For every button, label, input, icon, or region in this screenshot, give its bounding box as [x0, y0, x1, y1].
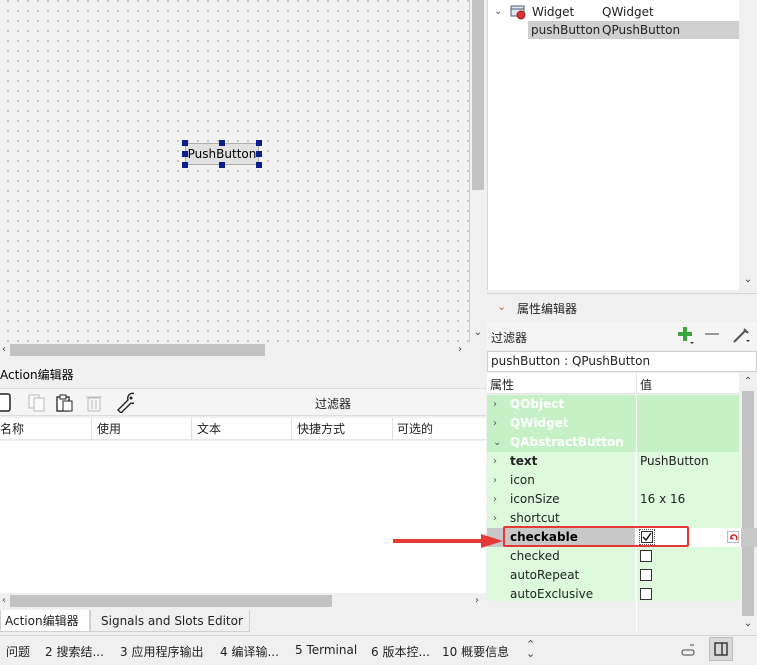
- property-row-icon[interactable]: › icon: [487, 471, 739, 490]
- configure-icon[interactable]: [731, 325, 751, 348]
- property-row-autorepeatdelay[interactable]: autoRepeatDelay 300: [487, 604, 739, 623]
- property-group-name: QObject: [510, 397, 565, 411]
- property-filter-input[interactable]: [532, 326, 672, 346]
- property-row-autorepeatinterval[interactable]: autoRepeatInterval 100: [487, 623, 739, 633]
- chevron-right-icon[interactable]: ›: [493, 414, 497, 433]
- property-value[interactable]: PushButton: [637, 452, 739, 471]
- status-item-search[interactable]: 2 搜索结...: [45, 643, 104, 660]
- scroll-up-icon[interactable]: ⌃: [743, 377, 753, 387]
- property-group-name: QAbstractButton: [510, 435, 624, 449]
- remove-property-icon[interactable]: [704, 328, 720, 343]
- property-group-qwidget[interactable]: › QWidget: [487, 414, 739, 433]
- scroll-down-icon[interactable]: ⌄: [743, 619, 753, 629]
- tab-action-editor[interactable]: Action编辑器: [0, 610, 90, 632]
- checked-checkbox[interactable]: [640, 549, 652, 562]
- property-name: icon: [487, 471, 636, 490]
- column-header-value[interactable]: 值: [640, 376, 652, 393]
- toggle-sidebar-icon[interactable]: [709, 637, 733, 661]
- status-item-overview[interactable]: 10 概要信息: [442, 643, 509, 660]
- property-editor-title: 属性编辑器: [517, 302, 578, 316]
- property-row-text[interactable]: › text PushButton: [487, 452, 739, 471]
- canvas-vertical-scrollbar[interactable]: ⌄: [470, 0, 486, 343]
- property-object-label: pushButton : QPushButton: [487, 351, 757, 372]
- property-filter-label: 过滤器: [491, 331, 528, 345]
- property-group-qabstractbutton[interactable]: ⌄ QAbstractButton: [487, 433, 739, 452]
- property-value[interactable]: [637, 547, 739, 566]
- chevron-down-icon[interactable]: ⌄: [494, 3, 502, 21]
- property-row-iconsize[interactable]: › iconSize 16 x 16: [487, 490, 739, 509]
- selection-handle[interactable]: [256, 151, 262, 157]
- autoexclusive-checkbox[interactable]: [640, 587, 652, 600]
- object-inspector: ⌄ Widget QWidget pushButton QPushButton: [487, 0, 740, 290]
- inspector-scrollbar[interactable]: ⌄: [739, 0, 757, 290]
- status-item-terminal[interactable]: 5 Terminal: [295, 643, 357, 657]
- highlight-box: [503, 526, 689, 547]
- property-value[interactable]: 300: [637, 604, 739, 623]
- property-name: autoRepeat: [487, 566, 636, 585]
- column-divider: [636, 373, 637, 394]
- tree-object-name: Widget: [532, 5, 575, 19]
- arrow-annotation-icon: [393, 534, 503, 548]
- chevron-down-icon[interactable]: ⌄: [497, 300, 506, 313]
- property-name: autoRepeatDelay: [487, 604, 636, 623]
- property-row-autorepeat[interactable]: autoRepeat: [487, 566, 739, 585]
- form-canvas[interactable]: [0, 0, 470, 343]
- property-value[interactable]: [637, 566, 739, 585]
- status-item-issues[interactable]: 问题: [6, 643, 30, 660]
- property-name: checked: [487, 547, 636, 566]
- selection-handle[interactable]: [219, 162, 225, 168]
- chevron-down-icon[interactable]: ⌄: [493, 433, 501, 452]
- property-name: autoRepeatInterval: [487, 623, 636, 633]
- status-item-compile[interactable]: 4 编译输...: [220, 643, 279, 660]
- scroll-left-icon[interactable]: ‹: [0, 345, 8, 355]
- tree-row-pushbutton[interactable]: pushButton QPushButton: [528, 21, 740, 39]
- property-editor-header[interactable]: ⌄ 属性编辑器: [487, 293, 757, 321]
- tree-object-name: pushButton: [531, 23, 601, 37]
- property-name: text: [487, 452, 636, 471]
- chevron-updown-icon[interactable]: ⌃ ⌄: [526, 639, 535, 659]
- property-group-qobject[interactable]: › QObject: [487, 395, 739, 414]
- chevron-right-icon[interactable]: ›: [493, 395, 497, 414]
- property-value[interactable]: 100: [637, 623, 739, 633]
- property-object-text: pushButton : QPushButton: [491, 354, 651, 368]
- property-name: iconSize: [487, 490, 636, 509]
- property-row-checked[interactable]: checked: [487, 547, 739, 566]
- status-item-app-output[interactable]: 3 应用程序输出: [120, 643, 203, 660]
- action-editor-title: Action编辑器: [0, 368, 74, 382]
- selection-handle[interactable]: [182, 162, 188, 168]
- property-filter-bar: 过滤器: [487, 322, 757, 350]
- property-group-name: QWidget: [510, 416, 569, 430]
- tree-row-widget[interactable]: ⌄ Widget QWidget: [488, 3, 740, 21]
- scroll-down-icon[interactable]: ⌄: [473, 328, 483, 338]
- tree-object-class: QPushButton: [602, 23, 681, 37]
- selection-handle[interactable]: [182, 151, 188, 157]
- property-value[interactable]: [637, 471, 739, 490]
- autorepeat-checkbox[interactable]: [640, 568, 652, 581]
- selection-handle[interactable]: [256, 140, 262, 146]
- progress-icon[interactable]: [680, 642, 698, 661]
- tree-object-class: QWidget: [602, 5, 654, 19]
- property-row-autoexclusive[interactable]: autoExclusive: [487, 585, 739, 601]
- column-header-property[interactable]: 属性: [490, 376, 514, 393]
- value-column-divider: [636, 395, 637, 633]
- property-value[interactable]: [637, 585, 739, 601]
- canvas-vscroll-thumb[interactable]: [472, 0, 484, 190]
- canvas-hscroll-thumb[interactable]: [10, 344, 265, 356]
- scroll-right-icon[interactable]: ›: [456, 345, 464, 355]
- widget-icon: [510, 5, 526, 25]
- status-item-vcs[interactable]: 6 版本控...: [371, 643, 430, 660]
- selection-handle[interactable]: [219, 140, 225, 146]
- add-property-icon[interactable]: [675, 325, 695, 348]
- property-value[interactable]: 16 x 16: [637, 490, 739, 509]
- selection-handle[interactable]: [256, 162, 262, 168]
- property-name: autoExclusive: [487, 585, 636, 601]
- property-table-header: 属性 值: [487, 373, 739, 394]
- tab-signals-slots[interactable]: Signals and Slots Editor: [90, 610, 250, 632]
- scroll-down-icon[interactable]: ⌄: [743, 275, 753, 285]
- canvas-horizontal-scrollbar[interactable]: ‹ ›: [0, 343, 470, 357]
- reset-property-icon[interactable]: [727, 531, 739, 543]
- selection-handle[interactable]: [182, 140, 188, 146]
